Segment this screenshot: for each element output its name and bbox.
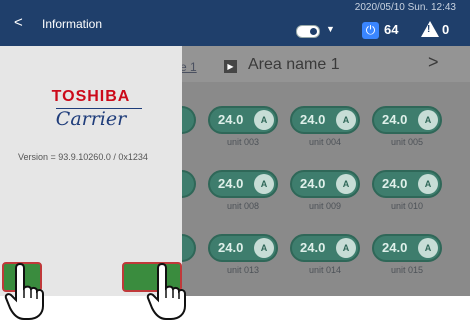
unit-tile[interactable]: 24.0 A unit 014: [290, 234, 360, 275]
unit-name: unit 003: [226, 137, 260, 147]
unit-name: unit 004: [308, 137, 342, 147]
pointing-hand-icon: [4, 262, 44, 320]
auto-mode-icon: A: [254, 110, 274, 130]
power-icon: ⏻: [362, 22, 379, 39]
unit-name: unit 009: [308, 201, 342, 211]
unit-pill[interactable]: 24.0 A: [290, 106, 360, 134]
unit-name: unit 005: [390, 137, 424, 147]
unit-tile[interactable]: 24.0 A unit 003: [208, 106, 278, 147]
auto-mode-icon: A: [418, 238, 438, 258]
auto-mode-icon: A: [254, 238, 274, 258]
unit-pill[interactable]: 24.0 A: [208, 170, 278, 198]
auto-mode-icon: A: [418, 174, 438, 194]
unit-pill[interactable]: 24.0 A: [290, 234, 360, 262]
panel-header: < Information: [0, 0, 182, 46]
run-count: 64: [384, 22, 399, 37]
play-icon: ▶: [224, 60, 237, 73]
auto-mode-icon: A: [254, 174, 274, 194]
datetime: 2020/05/10 Sun. 12:43: [354, 2, 456, 13]
logo-toshiba: TOSHIBA: [51, 88, 131, 105]
pointing-hand-icon: [146, 262, 186, 320]
unit-tile[interactable]: 24.0 A unit 005: [372, 106, 442, 147]
unit-temp: 24.0: [300, 112, 326, 127]
auto-mode-icon: A: [336, 238, 356, 258]
unit-pill[interactable]: 24.0 A: [290, 170, 360, 198]
unit-tile[interactable]: 24.0 A unit 013: [208, 234, 278, 275]
unit-pill[interactable]: 24.0 A: [372, 170, 442, 198]
auto-mode-icon: A: [418, 110, 438, 130]
unit-name: unit 010: [390, 201, 424, 211]
version-text: Version = 93.9.10260.0 / 0x1234: [18, 152, 148, 162]
unit-pill[interactable]: 24.0 A: [372, 234, 442, 262]
auto-mode-icon: A: [336, 174, 356, 194]
logo-carrier: Carrier: [55, 108, 127, 130]
unit-tile[interactable]: 24.0 A unit 008: [208, 170, 278, 211]
area-title: Area name 1: [248, 56, 340, 73]
unit-temp: 24.0: [382, 176, 408, 191]
auto-mode-icon: A: [336, 110, 356, 130]
unit-name: unit 014: [308, 265, 342, 275]
unit-tile[interactable]: 24.0 A unit 015: [372, 234, 442, 275]
device-screen: 2020/05/10 Sun. 12:43 ▼ ⏻ 64 ! 0 me 1 ▶ …: [0, 0, 470, 296]
unit-temp: 24.0: [300, 176, 326, 191]
unit-temp: 24.0: [218, 176, 244, 191]
unit-temp: 24.0: [218, 240, 244, 255]
next-area-button[interactable]: >: [428, 52, 439, 73]
information-panel: < Information TOSHIBA Carrier Version = …: [0, 0, 182, 296]
unit-name: unit 015: [390, 265, 424, 275]
unit-pill[interactable]: 24.0 A: [208, 106, 278, 134]
unit-temp: 24.0: [218, 112, 244, 127]
unit-tile[interactable]: 24.0 A unit 009: [290, 170, 360, 211]
unit-pill[interactable]: 24.0 A: [208, 234, 278, 262]
warning-icon: !: [421, 21, 439, 37]
panel-title: Information: [42, 17, 103, 31]
unit-temp: 24.0: [300, 240, 326, 255]
unit-temp: 24.0: [382, 240, 408, 255]
unit-name: unit 008: [226, 201, 260, 211]
unit-tile[interactable]: 24.0 A unit 010: [372, 170, 442, 211]
unit-name: unit 013: [226, 265, 260, 275]
toggle-switch[interactable]: [296, 25, 320, 38]
alarm-count: 0: [442, 22, 450, 37]
dropdown-caret-icon[interactable]: ▼: [326, 24, 335, 34]
back-button[interactable]: <: [14, 14, 23, 31]
unit-temp: 24.0: [382, 112, 408, 127]
unit-pill[interactable]: 24.0 A: [372, 106, 442, 134]
unit-tile[interactable]: 24.0 A unit 004: [290, 106, 360, 147]
